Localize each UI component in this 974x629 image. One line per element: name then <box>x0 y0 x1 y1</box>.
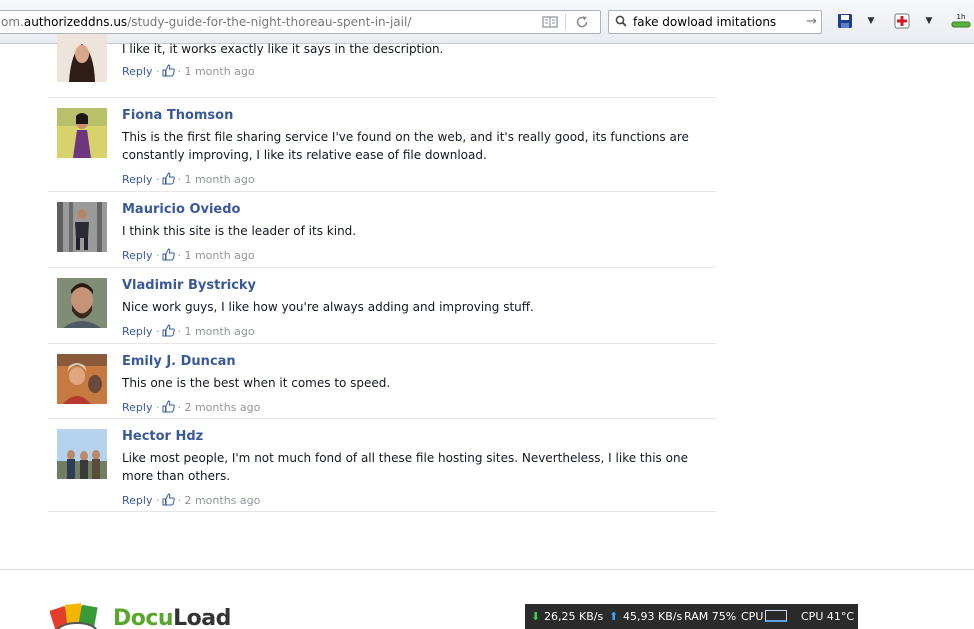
comment-time: 2 months ago <box>184 401 261 414</box>
avatar <box>57 34 107 82</box>
upload-speed: 45,93 KB/s <box>623 610 683 623</box>
reply-link[interactable]: Reply <box>122 249 152 262</box>
footer-divider <box>0 569 974 570</box>
comment-text: Nice work guys, I like how you're always… <box>122 300 534 314</box>
comment-item: I like it, it works exactly like it says… <box>48 34 716 98</box>
comment-meta: Reply · · 1 month ago <box>122 172 255 187</box>
comment-meta: Reply · · 2 months ago <box>122 400 260 415</box>
url-path: /study-guide-for-the-night-thoreau-spent… <box>127 15 412 29</box>
meta-separator: · <box>152 494 160 507</box>
download-speed: 26,25 KB/s <box>544 610 604 623</box>
save-disk-icon[interactable] <box>836 12 854 30</box>
meta-separator: · <box>152 65 160 78</box>
comment-text: This one is the best when it comes to sp… <box>122 376 391 390</box>
logo-text-part1: Docu <box>113 606 174 629</box>
comment-meta: Reply · · 1 month ago <box>122 324 255 339</box>
meta-separator: · <box>177 325 185 338</box>
avatar <box>57 278 107 328</box>
search-input[interactable]: fake dowload imitations <box>633 15 776 29</box>
comment-time: 1 month ago <box>184 173 255 186</box>
meta-separator: · <box>152 325 160 338</box>
reply-link[interactable]: Reply <box>122 494 152 507</box>
reader-view-icon[interactable] <box>542 14 558 30</box>
comment-text: This is the first file sharing service I… <box>122 130 689 162</box>
comment-item: Fiona Thomson This is the first file sha… <box>48 98 716 192</box>
comment-time: 1 month ago <box>184 249 255 262</box>
reload-icon[interactable] <box>574 14 590 30</box>
like-thumb-icon[interactable] <box>162 64 176 77</box>
comment-author[interactable]: Fiona Thomson <box>122 108 233 123</box>
comment-text: I like it, it works exactly like it says… <box>122 42 444 56</box>
cpu-graph <box>765 610 787 622</box>
save-dropdown-chevron-icon[interactable]: ▼ <box>862 12 880 30</box>
cpu-label: CPU <box>741 610 764 623</box>
search-icon <box>615 15 627 27</box>
avatar <box>57 429 107 479</box>
logo-files-icon <box>50 603 98 629</box>
reply-link[interactable]: Reply <box>122 325 152 338</box>
meta-separator: · <box>177 249 185 262</box>
comment-meta: Reply · · 1 month ago <box>122 64 255 79</box>
reply-link[interactable]: Reply <box>122 401 152 414</box>
system-monitor-widget: ⬇ 26,25 KB/s ⬆ 45,93 KB/s RAM 75% CPU CP… <box>525 604 858 629</box>
like-thumb-icon[interactable] <box>162 493 176 506</box>
comment-text: I think this site is the leader of its k… <box>122 224 357 238</box>
download-indicator-icon[interactable]: 1h <box>950 12 971 30</box>
like-thumb-icon[interactable] <box>162 172 176 185</box>
like-thumb-icon[interactable] <box>162 400 176 413</box>
meta-separator: · <box>152 173 160 186</box>
comment-author[interactable]: Mauricio Oviedo <box>122 202 241 217</box>
addon-dropdown-chevron-icon[interactable]: ▼ <box>920 12 938 30</box>
reply-link[interactable]: Reply <box>122 65 152 78</box>
comment-meta: Reply · · 1 month ago <box>122 248 255 263</box>
comment-text: Like most people, I'm not much fond of a… <box>122 451 688 483</box>
avatar <box>57 108 107 158</box>
addon-plus-icon[interactable] <box>893 12 911 30</box>
upload-arrow-icon: ⬆ <box>609 610 619 623</box>
comment-time: 1 month ago <box>184 65 255 78</box>
site-logo[interactable]: DocuLoad <box>50 602 250 629</box>
comment-author[interactable]: Emily J. Duncan <box>122 354 236 369</box>
like-thumb-icon[interactable] <box>162 324 176 337</box>
like-thumb-icon[interactable] <box>162 248 176 261</box>
comment-author[interactable]: Vladimir Bystricky <box>122 278 256 293</box>
comment-time: 2 months ago <box>184 494 261 507</box>
logo-text: DocuLoad <box>113 606 231 629</box>
comment-item: Hector Hdz Like most people, I'm not muc… <box>48 419 716 512</box>
reply-link[interactable]: Reply <box>122 173 152 186</box>
meta-separator: · <box>152 249 160 262</box>
download-arrow-icon: ⬇ <box>531 610 541 623</box>
url-separator <box>565 14 566 30</box>
comment-author[interactable]: Hector Hdz <box>122 429 203 444</box>
ram-usage: RAM 75% <box>684 610 737 623</box>
avatar <box>57 202 107 252</box>
comment-time: 1 month ago <box>184 325 255 338</box>
meta-separator: · <box>177 173 185 186</box>
url-bar[interactable]: om.authorizeddns.us/study-guide-for-the-… <box>0 10 601 34</box>
download-time-label: 1h <box>957 13 966 21</box>
meta-separator: · <box>177 65 185 78</box>
comment-item: Mauricio Oviedo I think this site is the… <box>48 192 716 268</box>
comment-meta: Reply · · 2 months ago <box>122 493 260 508</box>
comment-item: Emily J. Duncan This one is the best whe… <box>48 344 716 419</box>
search-bar[interactable]: fake dowload imitations → <box>608 10 822 34</box>
url-prefix: om. <box>1 15 24 29</box>
avatar <box>57 354 107 404</box>
comment-item: Vladimir Bystricky Nice work guys, I lik… <box>48 268 716 344</box>
meta-separator: · <box>152 401 160 414</box>
search-go-arrow-icon[interactable]: → <box>806 11 817 33</box>
logo-text-part2: Load <box>173 606 231 629</box>
cpu-temperature: CPU 41°C <box>801 610 855 623</box>
meta-separator: · <box>177 401 185 414</box>
url-host: authorizeddns.us <box>23 15 128 29</box>
meta-separator: · <box>177 494 185 507</box>
